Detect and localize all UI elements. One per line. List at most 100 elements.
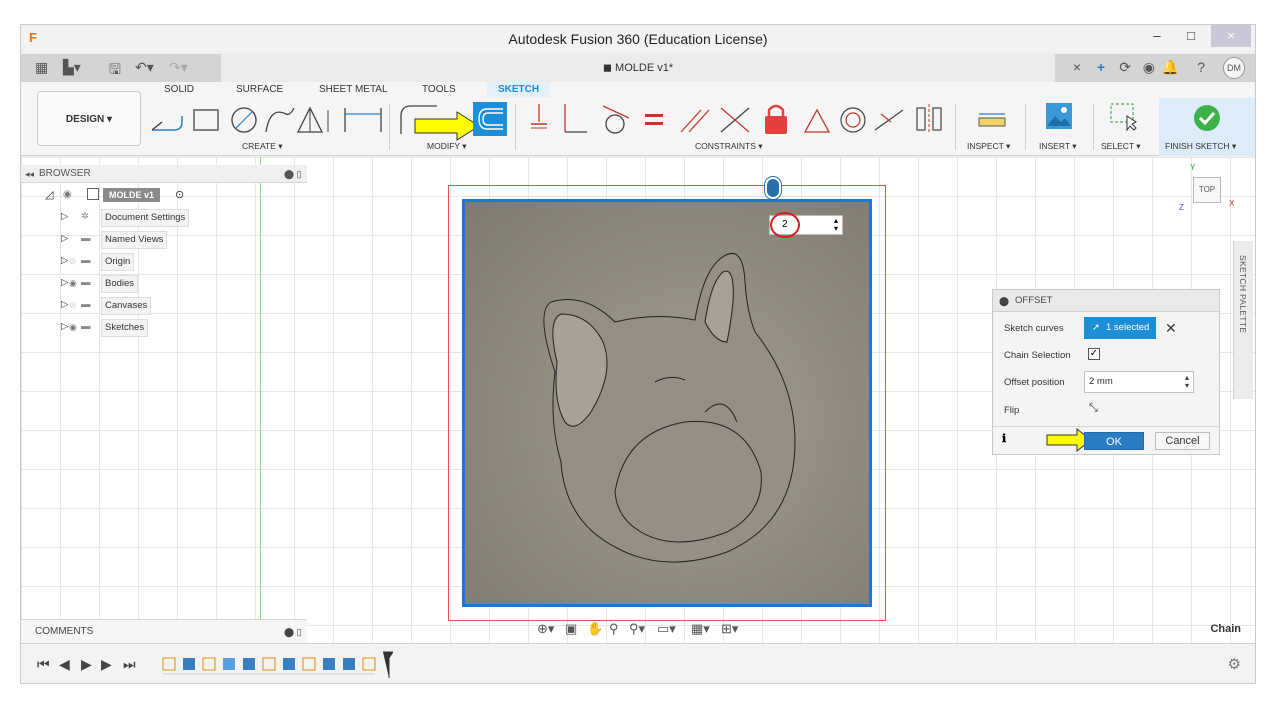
dog-head-sketch-icon[interactable] <box>465 202 869 604</box>
clear-selection-icon[interactable]: ✕ <box>1165 320 1177 337</box>
undo-icon[interactable]: ↶▾ <box>135 59 154 76</box>
arc-tool-icon[interactable] <box>265 107 295 133</box>
pan-icon[interactable]: ✋ <box>587 621 603 637</box>
flip-icon[interactable]: ⤡ <box>1089 402 1098 415</box>
zoom-icon[interactable]: ⚲ <box>609 621 619 637</box>
activate-radio-icon[interactable]: ⊙ <box>175 187 184 203</box>
expand-triangle-icon[interactable]: ▷ <box>61 319 68 335</box>
symmetry-constraint-icon[interactable] <box>916 104 942 134</box>
lock-icon[interactable] <box>765 104 787 134</box>
go-to-end-icon[interactable]: ⏭ <box>123 656 136 673</box>
close-button[interactable]: × <box>1211 25 1251 47</box>
modify-group-label[interactable]: MODIFY ▾ <box>427 141 467 152</box>
tree-item-sketches[interactable]: ▷ ◉ ▬ Sketches <box>61 319 261 337</box>
pin-icon[interactable]: ⬤ ▯ <box>284 165 302 183</box>
timeline-settings-gear-icon[interactable]: ⚙ <box>1228 655 1241 673</box>
help-icon[interactable]: ? <box>1197 59 1205 75</box>
offset-position-input[interactable]: 2 mm ▴ ▾ <box>1084 371 1194 393</box>
tab-solid[interactable]: SOLID <box>164 84 194 95</box>
finish-sketch-button[interactable]: FINISH SKETCH ▾ <box>1159 98 1255 156</box>
tangent-constraint-icon[interactable] <box>602 105 630 134</box>
browser-header[interactable]: ◂◂ BROWSER ⬤ ▯ <box>21 165 307 183</box>
visibility-eye-icon[interactable]: ◉ <box>69 275 77 291</box>
view-cube[interactable]: TOP <box>1193 177 1221 203</box>
visibility-eye-icon[interactable]: ◉ <box>69 319 77 335</box>
offset-tool-button[interactable] <box>473 102 507 136</box>
orbit-icon[interactable]: ⊕▾ <box>537 621 554 637</box>
ok-button[interactable]: OK <box>1084 432 1144 450</box>
midpoint-constraint-icon[interactable] <box>874 109 904 131</box>
step-forward-icon[interactable]: ▶ <box>101 656 112 673</box>
chain-selection-checkbox[interactable]: ✓ <box>1088 348 1100 360</box>
measure-tool-icon[interactable] <box>977 108 1007 132</box>
comments-bar[interactable]: COMMENTS ⬤ ▯ <box>21 619 307 643</box>
tree-item-canvases[interactable]: ▷ ⊘ ▬ Canvases <box>61 297 261 315</box>
info-icon[interactable]: ℹ <box>1002 432 1006 445</box>
tab-tools[interactable]: TOOLS <box>422 84 456 95</box>
visibility-eye-icon[interactable]: ◉ <box>63 187 72 203</box>
canvas-viewport[interactable]: ◂◂ BROWSER ⬤ ▯ ◿ ◉ MOLDE v1 ⊙ ▷ ✲ Docume… <box>21 157 1255 643</box>
job-status-icon[interactable]: ◉ <box>1143 59 1155 76</box>
grid-settings-icon[interactable]: ▦▾ <box>691 621 710 637</box>
collapse-icon[interactable]: ◂◂ <box>25 165 34 183</box>
dimension-tool-icon[interactable] <box>341 102 387 136</box>
offset-manipulator-handle[interactable] <box>765 177 781 199</box>
parallel-constraint-icon[interactable] <box>680 109 710 133</box>
fix-constraint-icon[interactable] <box>531 104 547 129</box>
expand-triangle-icon[interactable]: ▷ <box>61 275 68 291</box>
tree-item-origin[interactable]: ▷ ⊘ ▬ Origin <box>61 253 261 271</box>
select-group-label[interactable]: SELECT ▾ <box>1101 141 1141 152</box>
selected-sketch-profile[interactable] <box>462 199 872 607</box>
tree-item-named-views[interactable]: ▷ ▬ Named Views <box>61 231 261 249</box>
polygon-tool-icon[interactable] <box>296 106 324 133</box>
comments-pin-icon[interactable]: ⬤ ▯ <box>284 620 302 644</box>
expand-triangle-icon[interactable]: ▷ <box>61 297 68 313</box>
concentric-constraint-icon[interactable] <box>840 107 866 133</box>
spinner-arrows-icon[interactable]: ▴ ▾ <box>834 217 838 233</box>
go-to-start-icon[interactable]: ⏮ <box>37 656 50 673</box>
collapse-dialog-icon[interactable]: ⬤ <box>999 290 1009 312</box>
tree-root[interactable]: ◿ ◉ MOLDE v1 ⊙ <box>45 187 225 205</box>
file-menu-icon[interactable]: ▙▾ <box>63 59 81 76</box>
tree-item-bodies[interactable]: ▷ ◉ ▬ Bodies <box>61 275 261 293</box>
tab-sheet-metal[interactable]: SHEET METAL <box>319 84 388 95</box>
insert-image-icon[interactable] <box>1045 102 1073 130</box>
insert-group-label[interactable]: INSERT ▾ <box>1039 141 1077 152</box>
workspace-switcher-button[interactable]: DESIGN ▾ <box>37 91 141 146</box>
create-group-label[interactable]: CREATE ▾ <box>242 141 282 152</box>
extensions-icon[interactable]: ⟳ <box>1119 59 1131 76</box>
save-icon[interactable]: 🖫 <box>109 59 121 83</box>
user-avatar[interactable]: DM <box>1223 57 1245 79</box>
rectangle-tool-icon[interactable] <box>193 109 219 131</box>
inspect-group-label[interactable]: INSPECT ▾ <box>967 141 1010 152</box>
triangle-constraint-icon[interactable] <box>803 108 831 133</box>
line-tool-icon[interactable] <box>151 116 183 131</box>
maximize-button[interactable]: □ <box>1175 25 1207 47</box>
play-icon[interactable]: ▶ <box>81 656 92 673</box>
sketch-curves-selection[interactable]: ➚ 1 selected <box>1084 317 1156 339</box>
look-at-icon[interactable]: ▣ <box>565 621 577 637</box>
circle-tool-icon[interactable] <box>231 107 257 133</box>
display-settings-icon[interactable]: ▭▾ <box>657 621 676 637</box>
expand-triangle-icon[interactable]: ▷ <box>61 253 68 269</box>
cancel-button[interactable]: Cancel <box>1155 432 1210 450</box>
tree-item-document-settings[interactable]: ▷ ✲ Document Settings <box>61 209 261 227</box>
sketch-palette-tab[interactable]: SKETCH PALETTE <box>1233 241 1253 399</box>
coincident-constraint-icon[interactable] <box>720 107 750 133</box>
close-tab-icon[interactable]: × <box>1073 59 1081 75</box>
spinner-arrows-icon[interactable]: ▴ ▾ <box>1185 374 1189 390</box>
select-tool-icon[interactable] <box>1109 102 1139 132</box>
constraints-group-label[interactable]: CONSTRAINTS ▾ <box>695 141 763 152</box>
expand-triangle-icon[interactable]: ▷ <box>61 209 68 225</box>
create-tools[interactable] <box>148 102 338 136</box>
notifications-icon[interactable]: 🔔 <box>1162 59 1179 76</box>
minimize-button[interactable]: – <box>1141 25 1173 47</box>
expand-triangle-icon[interactable]: ◿ <box>45 187 53 203</box>
fit-icon[interactable]: ⚲▾ <box>629 621 645 637</box>
perpendicular-constraint-icon[interactable] <box>564 104 587 133</box>
tab-sketch[interactable]: SKETCH <box>487 82 551 97</box>
document-tab[interactable]: ◼ MOLDE v1* <box>221 54 1055 82</box>
equal-constraint-icon[interactable] <box>645 114 663 125</box>
redo-icon[interactable]: ↷▾ <box>169 59 188 76</box>
step-back-icon[interactable]: ◀ <box>59 656 70 673</box>
